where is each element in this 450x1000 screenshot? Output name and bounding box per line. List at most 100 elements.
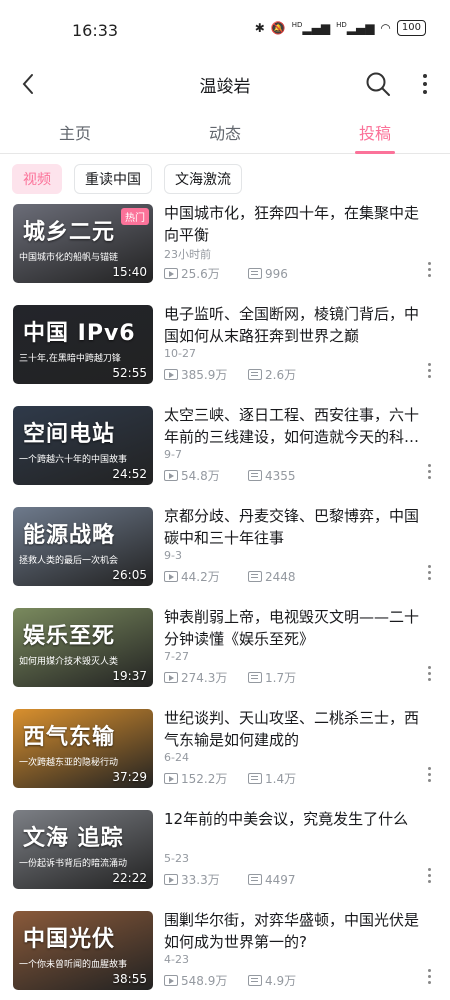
video-thumbnail[interactable]: 能源战略 拯救人类的最后一次机会 26:05 <box>13 507 153 586</box>
video-more-button[interactable] <box>424 565 434 585</box>
wifi-icon: ◠ <box>380 21 391 35</box>
signal-icon-1: HD▂▄▆ <box>291 21 331 35</box>
thumbnail-title: 娱乐至死 <box>23 624 116 649</box>
danmaku-icon <box>248 874 262 885</box>
bluetooth-icon: ✱ <box>254 21 265 35</box>
video-info: 京都分歧、丹麦交锋、巴黎博弈，中国碳中和三十年往事 9-3 44.2万 2448 <box>164 505 430 585</box>
video-date: 5-23 <box>164 852 189 865</box>
tab-home[interactable]: 主页 <box>0 108 150 153</box>
video-stats: 44.2万 2448 <box>164 568 430 585</box>
video-date: 6-24 <box>164 751 189 764</box>
video-title[interactable]: 世纪谈判、天山攻坚、二桃杀三士，西气东输是如何建成的 <box>164 707 430 751</box>
video-more-button[interactable] <box>424 464 434 484</box>
thumbnail-subtitle: 拯救人类的最后一次机会 <box>19 556 119 566</box>
video-duration: 24:52 <box>112 467 147 481</box>
video-date: 9-7 <box>164 448 182 461</box>
more-vertical-icon <box>427 969 431 972</box>
view-count: 44.2万 <box>164 568 248 585</box>
filter-chips: 视频 重读中国 文海激流 <box>0 154 450 202</box>
video-title[interactable]: 太空三峡、逐日工程、西安往事，六十年前的三线建设，如何造就今天的科… <box>164 404 430 448</box>
video-list: 城乡二元 中国城市化的船帆与锚链 15:40 热门 中国城市化，狂奔四十年，在集… <box>0 198 450 1000</box>
video-thumbnail[interactable]: 中国光伏 一个你未曾听闻的血腥故事 38:55 <box>13 911 153 990</box>
video-more-button[interactable] <box>424 969 434 989</box>
danmaku-icon <box>248 975 262 986</box>
video-title[interactable]: 围剿华尔街，对弈华盛顿，中国光伏是如何成为世界第一的? <box>164 909 430 953</box>
video-info: 12年前的中美会议，究竟发生了什么 5-23 33.3万 4497 <box>164 808 430 888</box>
more-vertical-icon <box>427 565 431 568</box>
video-title[interactable]: 钟表削弱上帝，电视毁灭文明——二十分钟读懂《娱乐至死》 <box>164 606 430 650</box>
video-item[interactable]: 能源战略 拯救人类的最后一次机会 26:05 京都分歧、丹麦交锋、巴黎博弈，中国… <box>0 501 450 602</box>
video-duration: 15:40 <box>112 265 147 279</box>
tab-uploads[interactable]: 投稿 <box>300 108 450 153</box>
tab-dynamics[interactable]: 动态 <box>150 108 300 153</box>
thumbnail-title: 中国光伏 <box>23 927 116 952</box>
view-count-text: 152.2万 <box>181 772 228 786</box>
video-more-button[interactable] <box>424 666 434 686</box>
danmaku-count: 4355 <box>248 469 332 483</box>
view-count: 274.3万 <box>164 669 248 686</box>
video-stats: 548.9万 4.9万 <box>164 972 430 989</box>
battery-icon: 100 <box>396 20 426 36</box>
video-stats: 385.9万 2.6万 <box>164 366 430 383</box>
video-item[interactable]: 娱乐至死 如何用媒介技术毁灭人类 19:37 钟表削弱上帝，电视毁灭文明——二十… <box>0 602 450 703</box>
mute-icon: 🔕 <box>270 21 286 35</box>
view-count-text: 25.6万 <box>181 267 220 281</box>
video-thumbnail[interactable]: 城乡二元 中国城市化的船帆与锚链 15:40 热门 <box>13 204 153 283</box>
video-title[interactable]: 京都分歧、丹麦交锋、巴黎博弈，中国碳中和三十年往事 <box>164 505 430 549</box>
danmaku-count: 4.9万 <box>248 972 332 989</box>
video-item[interactable]: 文海 追踪 一份起诉书背后的暗流涌动 22:22 12年前的中美会议，究竟发生了… <box>0 804 450 905</box>
video-item[interactable]: 中国 IPv6 三十年,在黑暗中跨越刀锋 52:55 电子监听、全国断网，棱镜门… <box>0 299 450 400</box>
search-button[interactable] <box>364 70 392 98</box>
video-info: 中国城市化，狂奔四十年，在集聚中走向平衡 23小时前 25.6万 996 <box>164 202 430 282</box>
play-count-icon <box>164 571 178 582</box>
video-info: 世纪谈判、天山攻坚、二桃杀三士，西气东输是如何建成的 6-24 152.2万 1… <box>164 707 430 787</box>
video-thumbnail[interactable]: 文海 追踪 一份起诉书背后的暗流涌动 22:22 <box>13 810 153 889</box>
video-item[interactable]: 空间电站 一个跨越六十年的中国故事 24:52 太空三峡、逐日工程、西安往事，六… <box>0 400 450 501</box>
video-thumbnail[interactable]: 中国 IPv6 三十年,在黑暗中跨越刀锋 52:55 <box>13 305 153 384</box>
video-more-button[interactable] <box>424 262 434 282</box>
more-vertical-icon <box>427 666 431 669</box>
video-date: 4-23 <box>164 953 189 966</box>
video-duration: 52:55 <box>112 366 147 380</box>
chip-reread-china[interactable]: 重读中国 <box>74 164 152 194</box>
more-button[interactable] <box>416 70 434 98</box>
video-duration: 19:37 <box>112 669 147 683</box>
danmaku-count: 2448 <box>248 570 332 584</box>
video-item[interactable]: 中国光伏 一个你未曾听闻的血腥故事 38:55 围剿华尔街，对弈华盛顿，中国光伏… <box>0 905 450 1000</box>
thumbnail-title: 西气东输 <box>23 725 116 750</box>
status-icons: ✱ 🔕 HD▂▄▆ HD▂▄▆ ◠ 100 <box>255 20 426 36</box>
more-vertical-icon <box>427 363 431 366</box>
video-duration: 38:55 <box>112 972 147 986</box>
video-thumbnail[interactable]: 西气东输 一次跨越东亚的隐秘行动 37:29 <box>13 709 153 788</box>
more-vertical-icon <box>427 262 431 265</box>
video-thumbnail[interactable]: 娱乐至死 如何用媒介技术毁灭人类 19:37 <box>13 608 153 687</box>
view-count: 25.6万 <box>164 265 248 282</box>
thumbnail-title: 中国 IPv6 <box>23 321 136 346</box>
video-info: 钟表削弱上帝，电视毁灭文明——二十分钟读懂《娱乐至死》 7-27 274.3万 … <box>164 606 430 686</box>
play-count-icon <box>164 975 178 986</box>
view-count: 152.2万 <box>164 770 248 787</box>
video-title[interactable]: 12年前的中美会议，究竟发生了什么 <box>164 808 430 852</box>
back-button[interactable] <box>14 70 42 98</box>
view-count: 548.9万 <box>164 972 248 989</box>
view-count-text: 44.2万 <box>181 570 220 584</box>
danmaku-icon <box>248 470 262 481</box>
video-thumbnail[interactable]: 空间电站 一个跨越六十年的中国故事 24:52 <box>13 406 153 485</box>
danmaku-count-text: 4497 <box>265 872 296 887</box>
thumbnail-subtitle: 如何用媒介技术毁灭人类 <box>19 657 119 667</box>
thumbnail-title: 城乡二元 <box>23 220 116 245</box>
chip-wenhai[interactable]: 文海激流 <box>164 164 242 194</box>
video-more-button[interactable] <box>424 868 434 888</box>
view-count-text: 33.3万 <box>181 873 220 887</box>
video-item[interactable]: 城乡二元 中国城市化的船帆与锚链 15:40 热门 中国城市化，狂奔四十年，在集… <box>0 198 450 299</box>
video-more-button[interactable] <box>424 767 434 787</box>
video-title[interactable]: 中国城市化，狂奔四十年，在集聚中走向平衡 <box>164 202 430 246</box>
thumbnail-subtitle: 一次跨越东亚的隐秘行动 <box>19 758 119 768</box>
status-bar: 16:33 ✱ 🔕 HD▂▄▆ HD▂▄▆ ◠ 100 <box>0 0 450 60</box>
video-item[interactable]: 西气东输 一次跨越东亚的隐秘行动 37:29 世纪谈判、天山攻坚、二桃杀三士，西… <box>0 703 450 804</box>
video-more-button[interactable] <box>424 363 434 383</box>
video-date: 10-27 <box>164 347 196 360</box>
video-title[interactable]: 电子监听、全国断网，棱镜门背后，中国如何从末路狂奔到世界之巅 <box>164 303 430 347</box>
chip-videos[interactable]: 视频 <box>12 164 62 194</box>
danmaku-count: 996 <box>248 267 332 281</box>
